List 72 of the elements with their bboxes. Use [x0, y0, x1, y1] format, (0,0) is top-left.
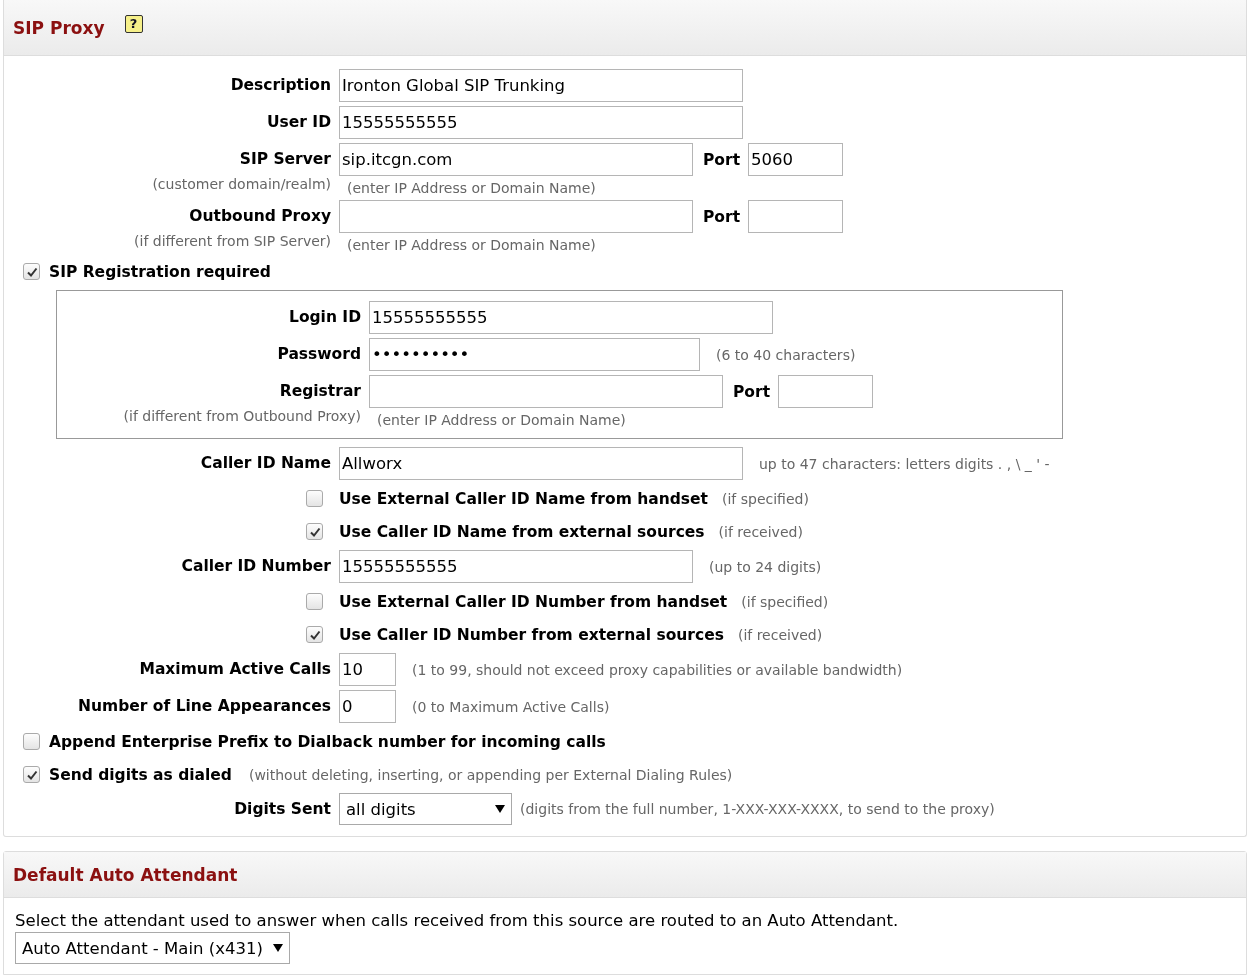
section-title: SIP Proxy [13, 17, 105, 38]
port-label: Port [703, 207, 741, 226]
checkbox-label: Use Caller ID Name from external sources [339, 522, 705, 541]
text-field[interactable] [748, 200, 844, 233]
checkbox[interactable] [306, 523, 323, 540]
checkbox-label: Send digits as dialed [49, 765, 232, 784]
field-label: Login ID [289, 307, 361, 328]
field-hint: (enter IP Address or Domain Name) [377, 412, 627, 428]
port-label: Port [733, 382, 771, 401]
field-sublabel: (if different from SIP Server) [134, 233, 331, 249]
field-sublabel: (customer domain/realm) [152, 176, 331, 192]
caret-icon [495, 805, 505, 813]
field-label: Caller ID Number [181, 556, 331, 577]
field-note: (1 to 99, should not exceed proxy capabilities or available bandwidth) [412, 661, 903, 678]
text-field[interactable]: Ironton Global SIP Trunking [339, 69, 743, 102]
field-note: (if specified) [721, 490, 809, 507]
field-label: Number of Line Appearances [78, 696, 331, 717]
field-label: Caller ID Name [200, 453, 331, 474]
checkbox-label: Use External Caller ID Number from handset [339, 592, 728, 611]
checkbox[interactable] [23, 766, 40, 783]
checkbox-label: Use Caller ID Number from external sources [339, 625, 724, 644]
field-note: (if received) [718, 523, 803, 540]
checkbox-label: Append Enterprise Prefix to Dialback number for incoming calls [49, 732, 606, 751]
field-note: (if received) [737, 626, 823, 643]
field-note: (0 to Maximum Active Calls) [412, 698, 610, 715]
checkmark-icon [25, 768, 38, 781]
field-sublabel: (if different from Outbound Proxy) [123, 408, 361, 424]
checkmark-icon [308, 628, 321, 641]
text-field[interactable]: 0 [339, 690, 396, 723]
field-label: Digits Sent [234, 799, 331, 820]
text-field[interactable]: sip.itcgn.com [339, 143, 693, 176]
dropdown[interactable]: Auto Attendant - Main (x431) [15, 932, 290, 964]
text-field[interactable]: Allworx [339, 447, 743, 480]
text-field[interactable]: 10 [339, 653, 396, 686]
field-label: User ID [267, 112, 331, 133]
field-note: (if specified) [741, 593, 829, 610]
checkbox[interactable] [306, 593, 323, 610]
section-title: Default Auto Attendant [13, 864, 238, 885]
dropdown[interactable]: all digits [339, 793, 512, 825]
field-hint: (enter IP Address or Domain Name) [347, 180, 597, 196]
text-field[interactable]: •••••••••• [369, 338, 700, 371]
help-icon[interactable]: ? [124, 14, 143, 33]
text-field[interactable] [339, 200, 693, 233]
field-note: (digits from the full number, 1-XXX-XXX-XXXX, to send to the proxy) [520, 801, 995, 817]
field-label: Registrar [279, 381, 361, 402]
checkmark-icon [308, 525, 321, 538]
checkmark-icon [25, 265, 38, 278]
field-label: SIP Server [239, 149, 331, 170]
checkbox-label: Use External Caller ID Name from handset [339, 489, 708, 508]
text-field[interactable]: 15555555555 [339, 106, 743, 139]
field-label: Password [277, 344, 361, 365]
field-note: up to 47 characters: letters digits . , \ _ ' - [759, 455, 1050, 472]
field-note: (up to 24 digits) [709, 558, 822, 575]
text-field[interactable] [369, 375, 723, 408]
field-hint: (enter IP Address or Domain Name) [347, 237, 597, 253]
caret-icon [272, 944, 283, 952]
port-label: Port [703, 150, 741, 169]
checkbox-label: SIP Registration required [49, 262, 271, 281]
text-field[interactable]: 15555555555 [339, 550, 693, 583]
field-label: Maximum Active Calls [139, 659, 331, 680]
field-label: Description [230, 75, 331, 96]
checkbox[interactable] [23, 733, 40, 750]
text-field[interactable]: 15555555555 [369, 301, 773, 334]
field-label: Outbound Proxy [189, 206, 331, 227]
description-text: Select the attendant used to answer when calls received from this source are routed to an Auto Attendant. [14, 911, 900, 930]
text-field[interactable] [778, 375, 874, 408]
checkbox[interactable] [23, 263, 40, 280]
checkbox[interactable] [306, 626, 323, 643]
text-field[interactable]: 5060 [748, 143, 844, 176]
field-note: (6 to 40 characters) [716, 346, 856, 363]
checkbox[interactable] [306, 490, 323, 507]
field-note: (without deleting, inserting, or appending per External Dialing Rules) [248, 766, 733, 783]
